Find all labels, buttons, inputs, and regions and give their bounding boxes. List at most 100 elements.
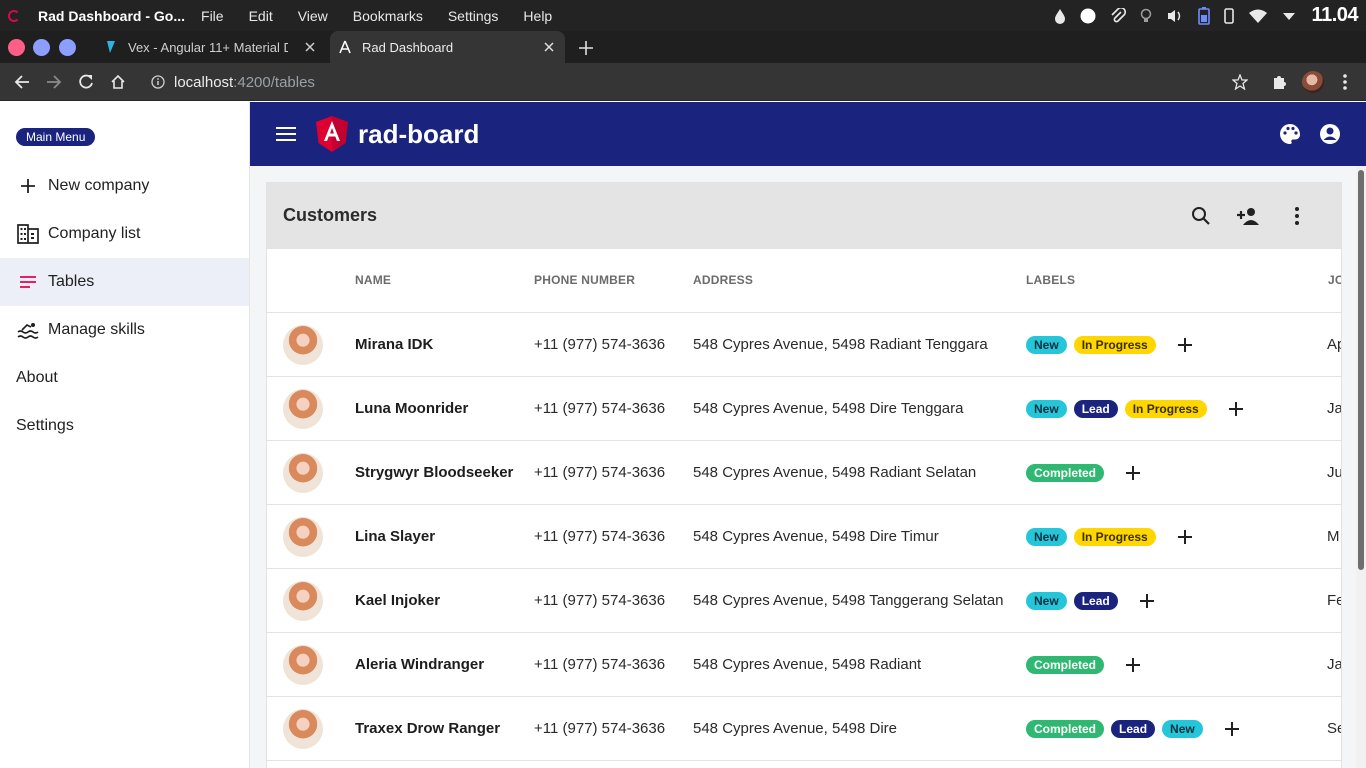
column-header-date[interactable]: JO [1328, 273, 1341, 287]
page-scrollbar[interactable] [1356, 166, 1366, 768]
sidebar-item-settings[interactable]: Settings [0, 402, 249, 450]
bulb-icon[interactable] [1140, 8, 1152, 24]
window-minimize-button[interactable] [33, 39, 50, 56]
column-header-name[interactable]: NAME [355, 273, 391, 287]
tab-vex[interactable]: Vex - Angular 11+ Material De [98, 31, 326, 63]
add-label-plus-icon[interactable] [1228, 401, 1244, 417]
sidebar-item-about[interactable]: About [0, 354, 249, 402]
menu-settings[interactable]: Settings [448, 8, 499, 24]
table-row[interactable]: Kael Injoker +11 (977) 574-3636 548 Cypres… [267, 569, 1341, 633]
address-bar[interactable]: localhost:4200/tables [140, 67, 1260, 97]
customers-card: Customers NAME PHONE NUMBER ADDRESS LABE… [266, 182, 1342, 768]
menu-edit[interactable]: Edit [249, 8, 273, 24]
label-badge[interactable]: New [1162, 720, 1203, 738]
add-label-plus-icon[interactable] [1139, 593, 1155, 609]
table-row[interactable]: Strygwyr Bloodseeker +11 (977) 574-3636 54… [267, 441, 1341, 505]
brand-name[interactable]: rad-board [358, 119, 479, 150]
column-header-phone[interactable]: PHONE NUMBER [534, 273, 635, 287]
customer-phone: +11 (977) 574-3636 [534, 336, 666, 353]
label-badge[interactable]: Lead [1073, 592, 1118, 610]
table-row[interactable]: Luna Moonrider +11 (977) 574-3636 548 Cypr… [267, 377, 1341, 441]
circle-icon[interactable] [1080, 8, 1096, 24]
wifi-icon[interactable] [1248, 8, 1268, 24]
close-icon[interactable] [541, 39, 557, 55]
paperclip-icon[interactable] [1110, 7, 1126, 24]
reload-icon[interactable] [76, 72, 96, 92]
phone-icon[interactable] [1223, 7, 1234, 24]
home-icon[interactable] [108, 72, 128, 92]
label-badge[interactable]: Completed [1026, 720, 1105, 738]
add-label-plus-icon[interactable] [1125, 657, 1141, 673]
label-badge[interactable]: Lead [1111, 720, 1156, 738]
column-header-labels[interactable]: LABELS [1026, 273, 1075, 287]
table-row[interactable]: Traxex Drow Ranger +11 (977) 574-3636 548 … [267, 697, 1341, 761]
label-badge[interactable]: New [1026, 592, 1067, 610]
url-host: localhost [174, 73, 234, 91]
menu-help[interactable]: Help [523, 8, 552, 24]
add-user-icon[interactable] [1237, 204, 1261, 228]
label-badge[interactable]: In Progress [1124, 400, 1207, 418]
pool-icon [16, 318, 40, 342]
menu-view[interactable]: View [298, 8, 328, 24]
drop-icon[interactable] [1054, 8, 1066, 24]
search-icon[interactable] [1189, 204, 1213, 228]
label-badge[interactable]: In Progress [1073, 336, 1156, 354]
add-label-plus-icon[interactable] [1224, 721, 1240, 737]
label-badge[interactable]: Lead [1073, 400, 1118, 418]
angular-logo-icon [316, 116, 348, 152]
info-icon[interactable] [150, 74, 166, 90]
label-badge[interactable]: In Progress [1073, 528, 1156, 546]
avatar [283, 645, 323, 685]
palette-icon[interactable] [1278, 122, 1302, 146]
profile-avatar[interactable] [1302, 71, 1324, 93]
sidebar-item-tables[interactable]: Tables [0, 258, 249, 306]
distro-logo-icon[interactable] [0, 0, 28, 31]
window-close-button[interactable] [8, 39, 25, 56]
column-header-address[interactable]: ADDRESS [693, 273, 753, 287]
customer-date: Se [1327, 720, 1341, 737]
volume-icon[interactable] [1166, 8, 1184, 24]
tab-rad-dashboard[interactable]: Rad Dashboard [330, 31, 565, 63]
list-icon [16, 270, 40, 294]
menu-file[interactable]: File [201, 8, 224, 24]
hamburger-menu-icon[interactable] [274, 122, 298, 146]
add-label-plus-icon[interactable] [1125, 465, 1141, 481]
customer-address: 548 Cypres Avenue, 5498 Tanggerang Selat… [693, 592, 1004, 609]
customer-address: 548 Cypres Avenue, 5498 Dire Tenggara [693, 400, 964, 417]
extensions-puzzle-icon[interactable] [1269, 72, 1289, 92]
sidebar-item-label: Settings [16, 417, 74, 434]
label-badge[interactable]: New [1026, 400, 1067, 418]
battery-icon[interactable] [1197, 6, 1210, 25]
back-arrow-icon[interactable] [12, 72, 32, 92]
label-badge[interactable]: Completed [1026, 464, 1105, 482]
label-badge[interactable]: Completed [1026, 656, 1105, 674]
avatar [283, 709, 323, 749]
new-tab-plus-icon[interactable] [576, 38, 596, 58]
add-label-plus-icon[interactable] [1177, 337, 1193, 353]
kebab-menu-icon[interactable] [1335, 72, 1355, 92]
sidebar-item-company-list[interactable]: Company list [0, 210, 249, 258]
customer-name: Luna Moonrider [355, 400, 469, 417]
sidebar-item-new-company[interactable]: New company [0, 162, 249, 210]
label-badge[interactable]: New [1026, 528, 1067, 546]
label-badge[interactable]: New [1026, 336, 1067, 354]
table-row[interactable]: Mirana IDK +11 (977) 574-3636 548 Cypres A… [267, 313, 1341, 377]
system-clock[interactable]: 11.04 [1312, 4, 1359, 27]
main-menu-chip: Main Menu [16, 128, 96, 146]
menu-bookmarks[interactable]: Bookmarks [353, 8, 423, 24]
add-label-plus-icon[interactable] [1177, 529, 1193, 545]
chevron-down-icon[interactable] [1282, 11, 1296, 21]
url-path: :4200/tables [233, 73, 315, 91]
table-row[interactable]: Aleria Windranger +11 (977) 574-3636 548 C… [267, 633, 1341, 697]
close-icon[interactable] [302, 39, 318, 55]
sidebar-item-manage-skills[interactable]: Manage skills [0, 306, 249, 354]
scrollbar-thumb[interactable] [1358, 170, 1364, 570]
labels-cell: Completed [1026, 463, 1141, 483]
sidebar-item-label: New company [48, 177, 150, 194]
bookmark-star-icon[interactable] [1230, 72, 1250, 92]
window-maximize-button[interactable] [59, 39, 76, 56]
more-vert-icon[interactable] [1285, 204, 1309, 228]
account-circle-icon[interactable] [1318, 122, 1342, 146]
forward-arrow-icon[interactable] [44, 72, 64, 92]
table-row[interactable]: Lina Slayer +11 (977) 574-3636 548 Cypres … [267, 505, 1341, 569]
